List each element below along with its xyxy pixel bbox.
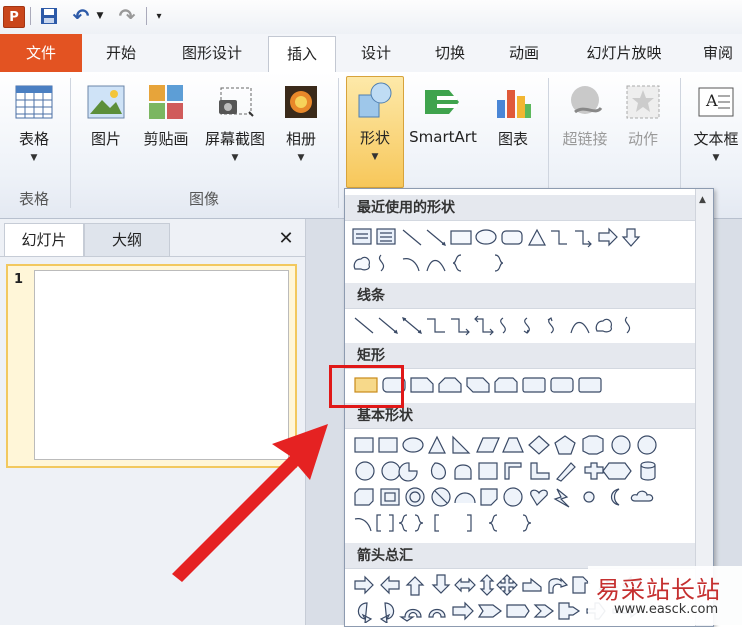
shapes-button[interactable]: 形状 ▼ — [346, 76, 404, 188]
shape-row-recent-1[interactable] — [351, 225, 695, 249]
watermark-title: 易采站长站 — [596, 576, 721, 604]
tab-file[interactable]: 文件 — [0, 34, 82, 72]
textbox-button[interactable]: A 文本框 ▼ — [686, 78, 742, 163]
screenshot-button[interactable]: 屏幕截图 ▼ — [198, 78, 272, 163]
divider — [0, 256, 305, 257]
shape-row-basic-1[interactable] — [351, 433, 695, 457]
dropdown-arrow-icon: ▼ — [712, 153, 720, 163]
dropdown-arrow-icon: ▼ — [297, 153, 305, 163]
smartart-icon — [423, 82, 463, 122]
photo-album-icon — [281, 82, 321, 122]
watermark-url: www.easck.com — [614, 602, 719, 617]
tab-review[interactable]: 审阅 — [694, 36, 742, 71]
picture-icon — [86, 82, 126, 122]
table-label: 表格 — [18, 130, 49, 148]
screenshot-label: 屏幕截图 — [204, 130, 265, 148]
chart-icon — [493, 82, 533, 122]
tab-home[interactable]: 开始 — [92, 36, 150, 71]
slide-number: 1 — [14, 272, 24, 287]
quick-access-toolbar: P ↶ ▼ ↷ ▾ — [0, 0, 742, 34]
dropdown-arrow-icon: ▼ — [30, 153, 38, 163]
divider — [338, 78, 339, 208]
picture-button[interactable]: 图片 — [80, 78, 132, 149]
close-pane-icon[interactable]: ✕ — [272, 223, 300, 255]
watermark: 易采站长站 www.easck.com — [588, 566, 742, 625]
photo-album-button[interactable]: 相册 ▼ — [278, 78, 324, 163]
customize-qat-icon[interactable]: ▾ — [152, 5, 166, 27]
section-lines: 线条 — [345, 283, 695, 309]
smartart-button[interactable]: SmartArt — [404, 78, 482, 146]
divider — [146, 7, 147, 25]
gallery-scrollbar[interactable]: ▲ — [695, 189, 713, 626]
hyperlink-icon — [565, 82, 605, 122]
dropdown-arrow-icon: ▼ — [231, 153, 239, 163]
tab-insert[interactable]: 插入 — [268, 36, 336, 73]
tab-graphic-design[interactable]: 图形设计 — [170, 36, 254, 71]
scroll-up-icon[interactable]: ▲ — [699, 195, 706, 205]
shapes-label: 形状 — [359, 129, 390, 147]
clipart-button[interactable]: 剪贴画 — [138, 78, 194, 149]
hyperlink-label: 超链接 — [562, 130, 608, 148]
tab-transitions[interactable]: 切换 — [422, 36, 478, 71]
divider — [70, 78, 71, 208]
chart-button[interactable]: 图表 — [488, 78, 538, 149]
smartart-label: SmartArt — [409, 128, 477, 146]
shape-row-basic-4[interactable] — [351, 511, 695, 535]
table-icon — [14, 82, 54, 122]
highlight-box — [329, 365, 404, 408]
tab-design[interactable]: 设计 — [348, 36, 404, 71]
action-button[interactable]: 动作 — [618, 78, 668, 149]
shapes-icon — [355, 81, 395, 121]
hyperlink-button[interactable]: 超链接 — [556, 78, 614, 149]
section-recent-shapes: 最近使用的形状 — [345, 195, 695, 221]
dropdown-arrow-icon: ▼ — [371, 152, 379, 162]
annotation-arrow-icon — [172, 424, 328, 582]
clipart-icon — [146, 82, 186, 122]
table-button[interactable]: 表格 ▼ — [6, 78, 62, 163]
shape-row-basic-3[interactable] — [351, 485, 695, 509]
tab-outline[interactable]: 大纲 — [84, 223, 170, 257]
ribbon-tabs: 文件 开始 图形设计 插入 设计 切换 动画 幻灯片放映 审阅 — [0, 34, 742, 73]
powerpoint-logo-icon[interactable]: P — [3, 6, 25, 28]
svg-text:A: A — [705, 91, 718, 110]
tab-slides[interactable]: 幻灯片 — [4, 223, 84, 256]
screenshot-icon — [215, 82, 255, 122]
chart-label: 图表 — [497, 130, 528, 148]
action-label: 动作 — [627, 130, 658, 148]
shape-row-lines[interactable] — [351, 313, 695, 337]
tab-animations[interactable]: 动画 — [496, 36, 552, 71]
textbox-label: 文本框 — [693, 130, 739, 148]
clipart-label: 剪贴画 — [143, 130, 189, 148]
undo-dropdown-icon[interactable]: ▼ — [94, 5, 106, 27]
shape-row-recent-2[interactable] — [351, 251, 695, 275]
divider — [30, 7, 31, 25]
picture-label: 图片 — [90, 130, 121, 148]
shape-row-basic-2[interactable] — [351, 459, 695, 483]
tab-slide-show[interactable]: 幻灯片放映 — [574, 36, 674, 71]
photo-album-label: 相册 — [285, 130, 316, 148]
undo-icon[interactable]: ↶ — [70, 4, 92, 28]
group-label-table: 表格 — [18, 190, 49, 208]
action-icon — [623, 82, 663, 122]
group-label-images: 图像 — [188, 190, 219, 208]
textbox-icon: A — [696, 82, 736, 122]
redo-icon[interactable]: ↷ — [116, 4, 138, 28]
save-icon[interactable] — [38, 5, 60, 27]
